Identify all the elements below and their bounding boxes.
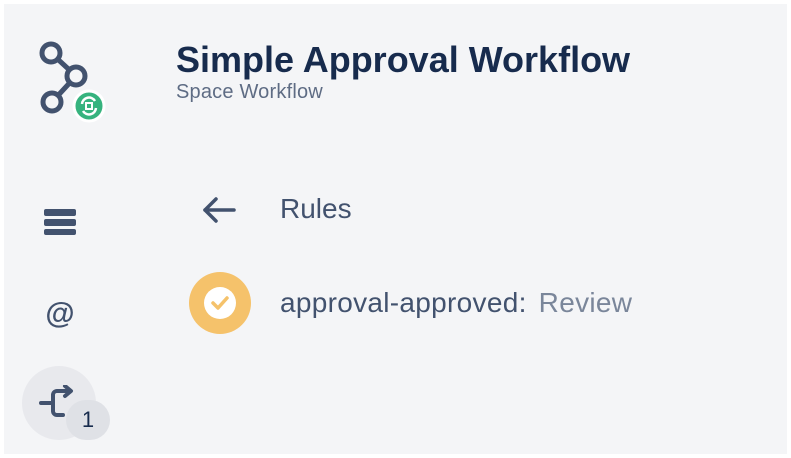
rule-state: Review bbox=[538, 287, 633, 318]
check-icon bbox=[211, 296, 229, 310]
back-button[interactable] bbox=[194, 190, 244, 230]
page-title: Simple Approval Workflow bbox=[176, 39, 631, 80]
rule-status-indicator bbox=[189, 272, 251, 334]
sidebar-item-list[interactable] bbox=[34, 200, 86, 244]
rules-count-badge: 1 bbox=[66, 400, 110, 440]
title-block: Simple Approval Workflow Space Workflow bbox=[176, 38, 630, 104]
arrow-left-icon bbox=[203, 197, 236, 223]
workflow-nodes-icon bbox=[34, 36, 110, 128]
sidebar-item-mentions[interactable]: @ bbox=[34, 288, 86, 340]
space-badge-icon bbox=[72, 89, 106, 123]
page-subtitle: Space Workflow bbox=[176, 81, 323, 103]
at-icon: @ bbox=[45, 297, 75, 330]
rule-name: approval-approved: bbox=[280, 287, 527, 318]
rule-item[interactable]: approval-approved: Review bbox=[280, 286, 632, 320]
list-icon bbox=[44, 209, 76, 235]
workflow-panel: Simple Approval Workflow Space Workflow … bbox=[4, 4, 787, 454]
section-heading-rules: Rules bbox=[280, 193, 352, 224]
